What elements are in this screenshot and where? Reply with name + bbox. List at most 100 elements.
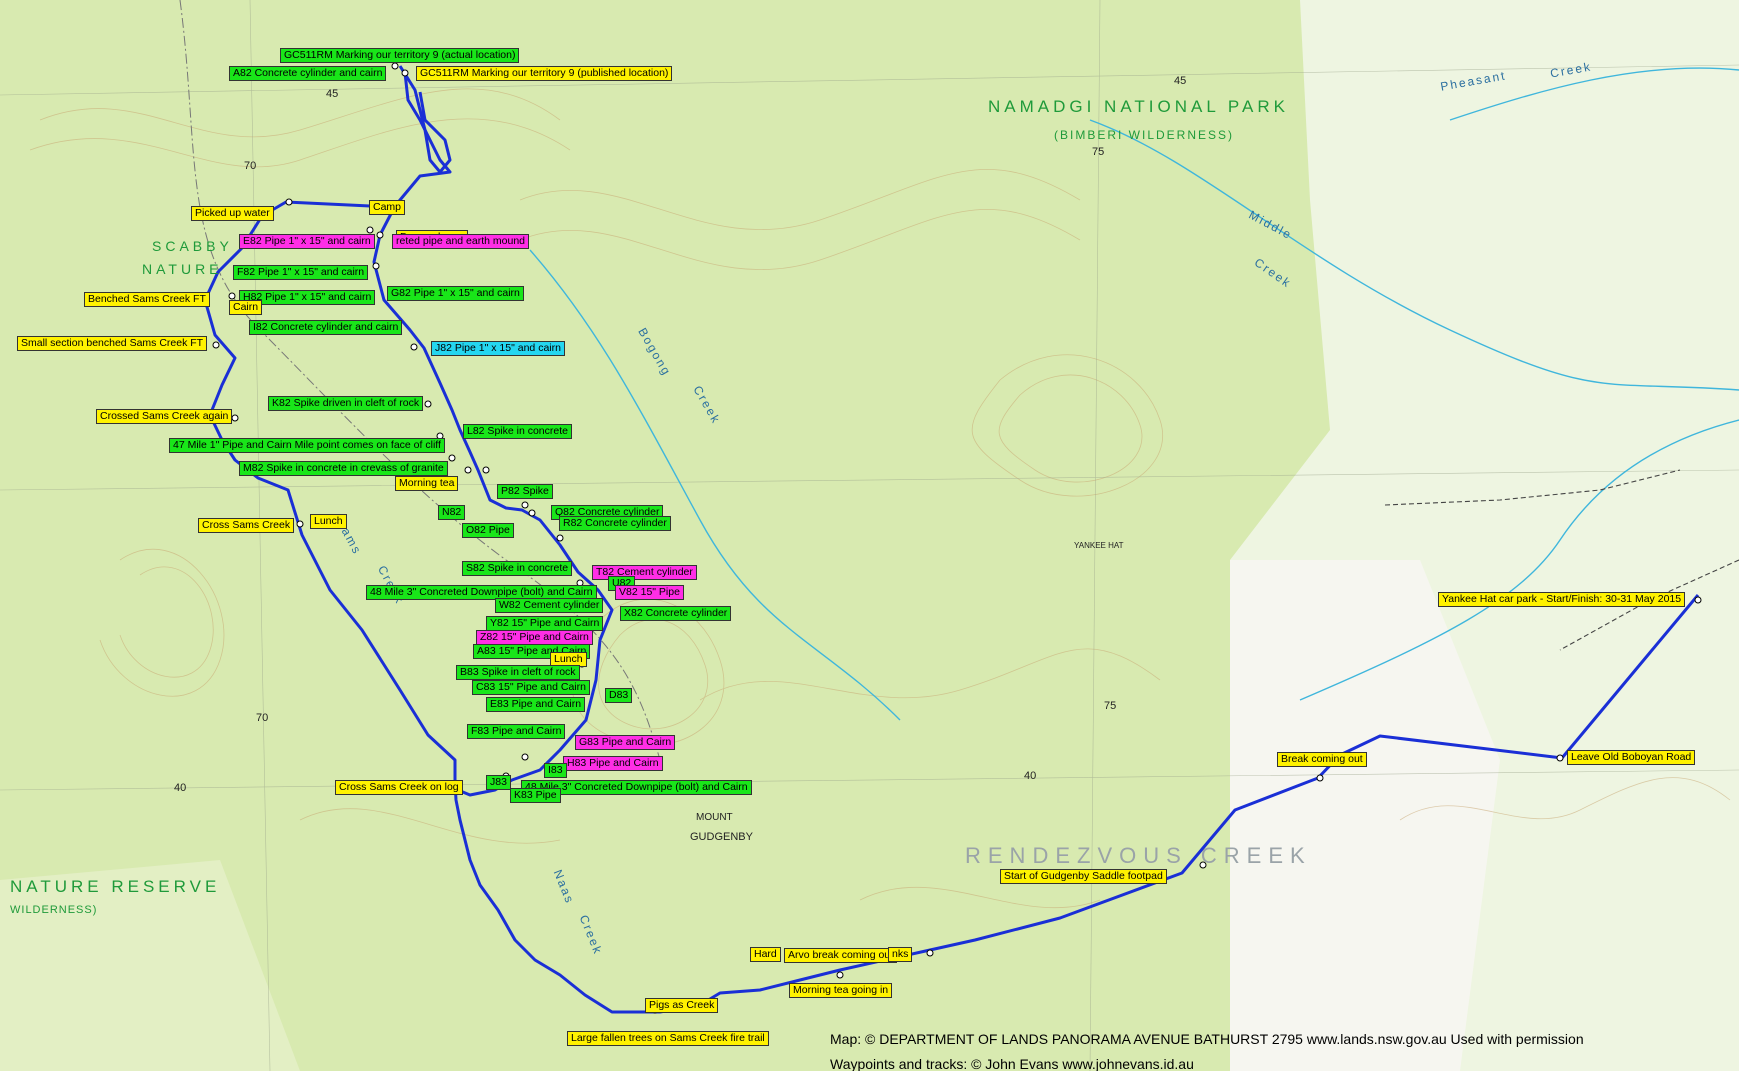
- waypoint-label[interactable]: Arvo break coming out: [784, 948, 898, 963]
- waypoint-marker[interactable]: [521, 753, 529, 761]
- waypoint-label[interactable]: D83: [605, 688, 633, 703]
- topographic-map[interactable]: NAMADGI NATIONAL PARK (BIMBERI WILDERNES…: [0, 0, 1739, 1071]
- waypoint-label[interactable]: N82: [438, 505, 466, 520]
- waypoint-marker[interactable]: [401, 69, 409, 77]
- track-segment: [203, 200, 1700, 1014]
- waypoint-label[interactable]: X82 Concrete cylinder: [620, 606, 732, 621]
- waypoint-marker[interactable]: [376, 231, 384, 239]
- waypoint-label[interactable]: V82 15" Pipe: [615, 585, 684, 600]
- waypoint-label[interactable]: Crossed Sams Creek again: [96, 409, 233, 424]
- waypoint-label[interactable]: GC511RM Marking our territory 9 (publish…: [416, 66, 673, 81]
- waypoint-label[interactable]: Picked up water: [191, 206, 274, 221]
- waypoint-label[interactable]: Pigs as Creek: [645, 998, 719, 1013]
- map-credit: Map: © DEPARTMENT OF LANDS PANORAMA AVEN…: [830, 1031, 1584, 1047]
- waypoint-marker[interactable]: [391, 62, 399, 70]
- waypoint-label[interactable]: Cross Sams Creek on log: [335, 780, 463, 795]
- waypoint-markers: [212, 62, 1702, 1014]
- waypoint-marker[interactable]: [285, 198, 293, 206]
- waypoint-label[interactable]: E82 Pipe 1" x 15" and cairn: [239, 234, 375, 249]
- waypoint-marker[interactable]: [448, 454, 456, 462]
- waypoint-label[interactable]: G82 Pipe 1" x 15" and cairn: [387, 286, 524, 301]
- gudgenby-label: GUDGENBY: [690, 831, 753, 843]
- bimberi-label: (BIMBERI WILDERNESS): [1054, 128, 1235, 142]
- waypoint-marker[interactable]: [296, 520, 304, 528]
- waypoint-label[interactable]: Start of Gudgenby Saddle footpad: [1000, 869, 1167, 884]
- waypoint-label[interactable]: J83: [486, 775, 511, 790]
- waypoint-label[interactable]: Morning tea: [395, 476, 459, 491]
- waypoint-marker[interactable]: [424, 400, 432, 408]
- waypoint-marker[interactable]: [926, 949, 934, 957]
- waypoint-label[interactable]: nks: [888, 947, 913, 962]
- waypoint-label[interactable]: Cross Sams Creek: [198, 518, 295, 533]
- waypoint-label[interactable]: P82 Spike: [497, 484, 553, 499]
- gps-track: [203, 65, 1700, 1014]
- nature-reserve-label: NATURE RESERVE: [10, 877, 221, 896]
- waypoint-label[interactable]: C83 15" Pipe and Cairn: [472, 680, 590, 695]
- waypoint-label[interactable]: M82 Spike in concrete in crevass of gran…: [239, 461, 448, 476]
- waypoint-marker[interactable]: [482, 466, 490, 474]
- nature-label: NATURE: [142, 261, 223, 277]
- waypoint-label[interactable]: Yankee Hat car park - Start/Finish: 30-3…: [1438, 592, 1686, 607]
- namadgi-label: NAMADGI NATIONAL PARK: [988, 97, 1289, 116]
- waypoint-label[interactable]: Camp: [369, 200, 406, 215]
- waypoint-label[interactable]: L82 Spike in concrete: [463, 424, 572, 439]
- waypoint-marker[interactable]: [231, 414, 239, 422]
- waypoint-marker[interactable]: [228, 292, 236, 300]
- waypoint-label[interactable]: O82 Pipe: [462, 523, 514, 538]
- waypoint-label[interactable]: GC511RM Marking our territory 9 (actual …: [280, 48, 520, 63]
- waypoint-marker[interactable]: [521, 501, 529, 509]
- waypoint-label[interactable]: I82 Concrete cylinder and cairn: [249, 320, 403, 335]
- yankee-hat-label: YANKEE HAT: [1074, 541, 1124, 550]
- waypoint-marker[interactable]: [528, 509, 536, 517]
- rendezvous-label: RENDEZVOUS CREEK: [965, 843, 1312, 868]
- wilderness-label: WILDERNESS): [10, 904, 98, 916]
- track-segment: [398, 65, 452, 174]
- waypoint-marker[interactable]: [372, 262, 380, 270]
- grid-40-right: 40: [1024, 770, 1037, 782]
- route-overlay: [203, 62, 1702, 1014]
- waypoint-marker[interactable]: [556, 534, 564, 542]
- waypoint-marker[interactable]: [1694, 596, 1702, 604]
- waypoint-label[interactable]: Break coming out: [1277, 752, 1367, 767]
- grid-45-top: 45: [1174, 75, 1187, 87]
- waypoint-label[interactable]: 47 Mile 1" Pipe and Cairn Mile point com…: [169, 438, 445, 453]
- waypoint-label[interactable]: Z82 15" Pipe and Cairn: [476, 630, 593, 645]
- waypoint-marker[interactable]: [836, 971, 844, 979]
- waypoint-marker[interactable]: [1316, 774, 1324, 782]
- waypoint-label[interactable]: Y82 15" Pipe and Cairn: [486, 616, 604, 631]
- waypoint-label[interactable]: G83 Pipe and Cairn: [575, 735, 676, 750]
- grid-70-top: 70: [244, 160, 257, 172]
- waypoint-label[interactable]: J82 Pipe 1" x 15" and cairn: [431, 341, 565, 356]
- waypoint-label[interactable]: K83 Pipe: [510, 788, 561, 803]
- grid-70-mid: 70: [256, 712, 269, 724]
- waypoint-marker[interactable]: [1556, 754, 1564, 762]
- grid-45-left: 45: [326, 88, 339, 100]
- mount-label: MOUNT: [696, 812, 733, 823]
- waypoint-label[interactable]: reted pipe and earth mound: [392, 234, 530, 249]
- waypoint-label[interactable]: Leave Old Boboyan Road: [1567, 750, 1696, 765]
- waypoint-label[interactable]: S82 Spike in concrete: [462, 561, 573, 576]
- waypoint-label[interactable]: E83 Pipe and Cairn: [486, 697, 586, 712]
- grid-40-left: 40: [174, 782, 187, 794]
- waypoint-marker[interactable]: [464, 466, 472, 474]
- waypoint-label[interactable]: Hard: [750, 947, 781, 962]
- waypoint-label[interactable]: R82 Concrete cylinder: [559, 516, 671, 531]
- tracks-credit: Waypoints and tracks: © John Evans www.j…: [830, 1056, 1194, 1071]
- waypoint-label[interactable]: Benched Sams Creek FT: [84, 292, 210, 307]
- waypoint-label[interactable]: Lunch: [310, 514, 347, 529]
- waypoint-label[interactable]: F82 Pipe 1" x 15" and cairn: [233, 265, 369, 280]
- waypoint-label[interactable]: W82 Cement cylinder: [495, 598, 604, 613]
- waypoint-label[interactable]: B83 Spike in cleft of rock: [456, 665, 580, 680]
- waypoint-label[interactable]: A82 Concrete cylinder and cairn: [229, 66, 387, 81]
- waypoint-marker[interactable]: [410, 343, 418, 351]
- waypoint-label[interactable]: Morning tea going in: [789, 983, 893, 998]
- waypoint-label[interactable]: Small section benched Sams Creek FT: [17, 336, 208, 351]
- waypoint-marker[interactable]: [366, 226, 374, 234]
- waypoint-label[interactable]: H83 Pipe and Cairn: [563, 756, 663, 771]
- waypoint-marker[interactable]: [212, 341, 220, 349]
- waypoint-label[interactable]: Large fallen trees on Sams Creek fire tr…: [567, 1031, 769, 1046]
- waypoint-label[interactable]: I83: [544, 763, 567, 778]
- waypoint-label[interactable]: Cairn: [229, 300, 263, 315]
- waypoint-label[interactable]: K82 Spike driven in cleft of rock: [268, 396, 424, 411]
- waypoint-label[interactable]: F83 Pipe and Cairn: [467, 724, 566, 739]
